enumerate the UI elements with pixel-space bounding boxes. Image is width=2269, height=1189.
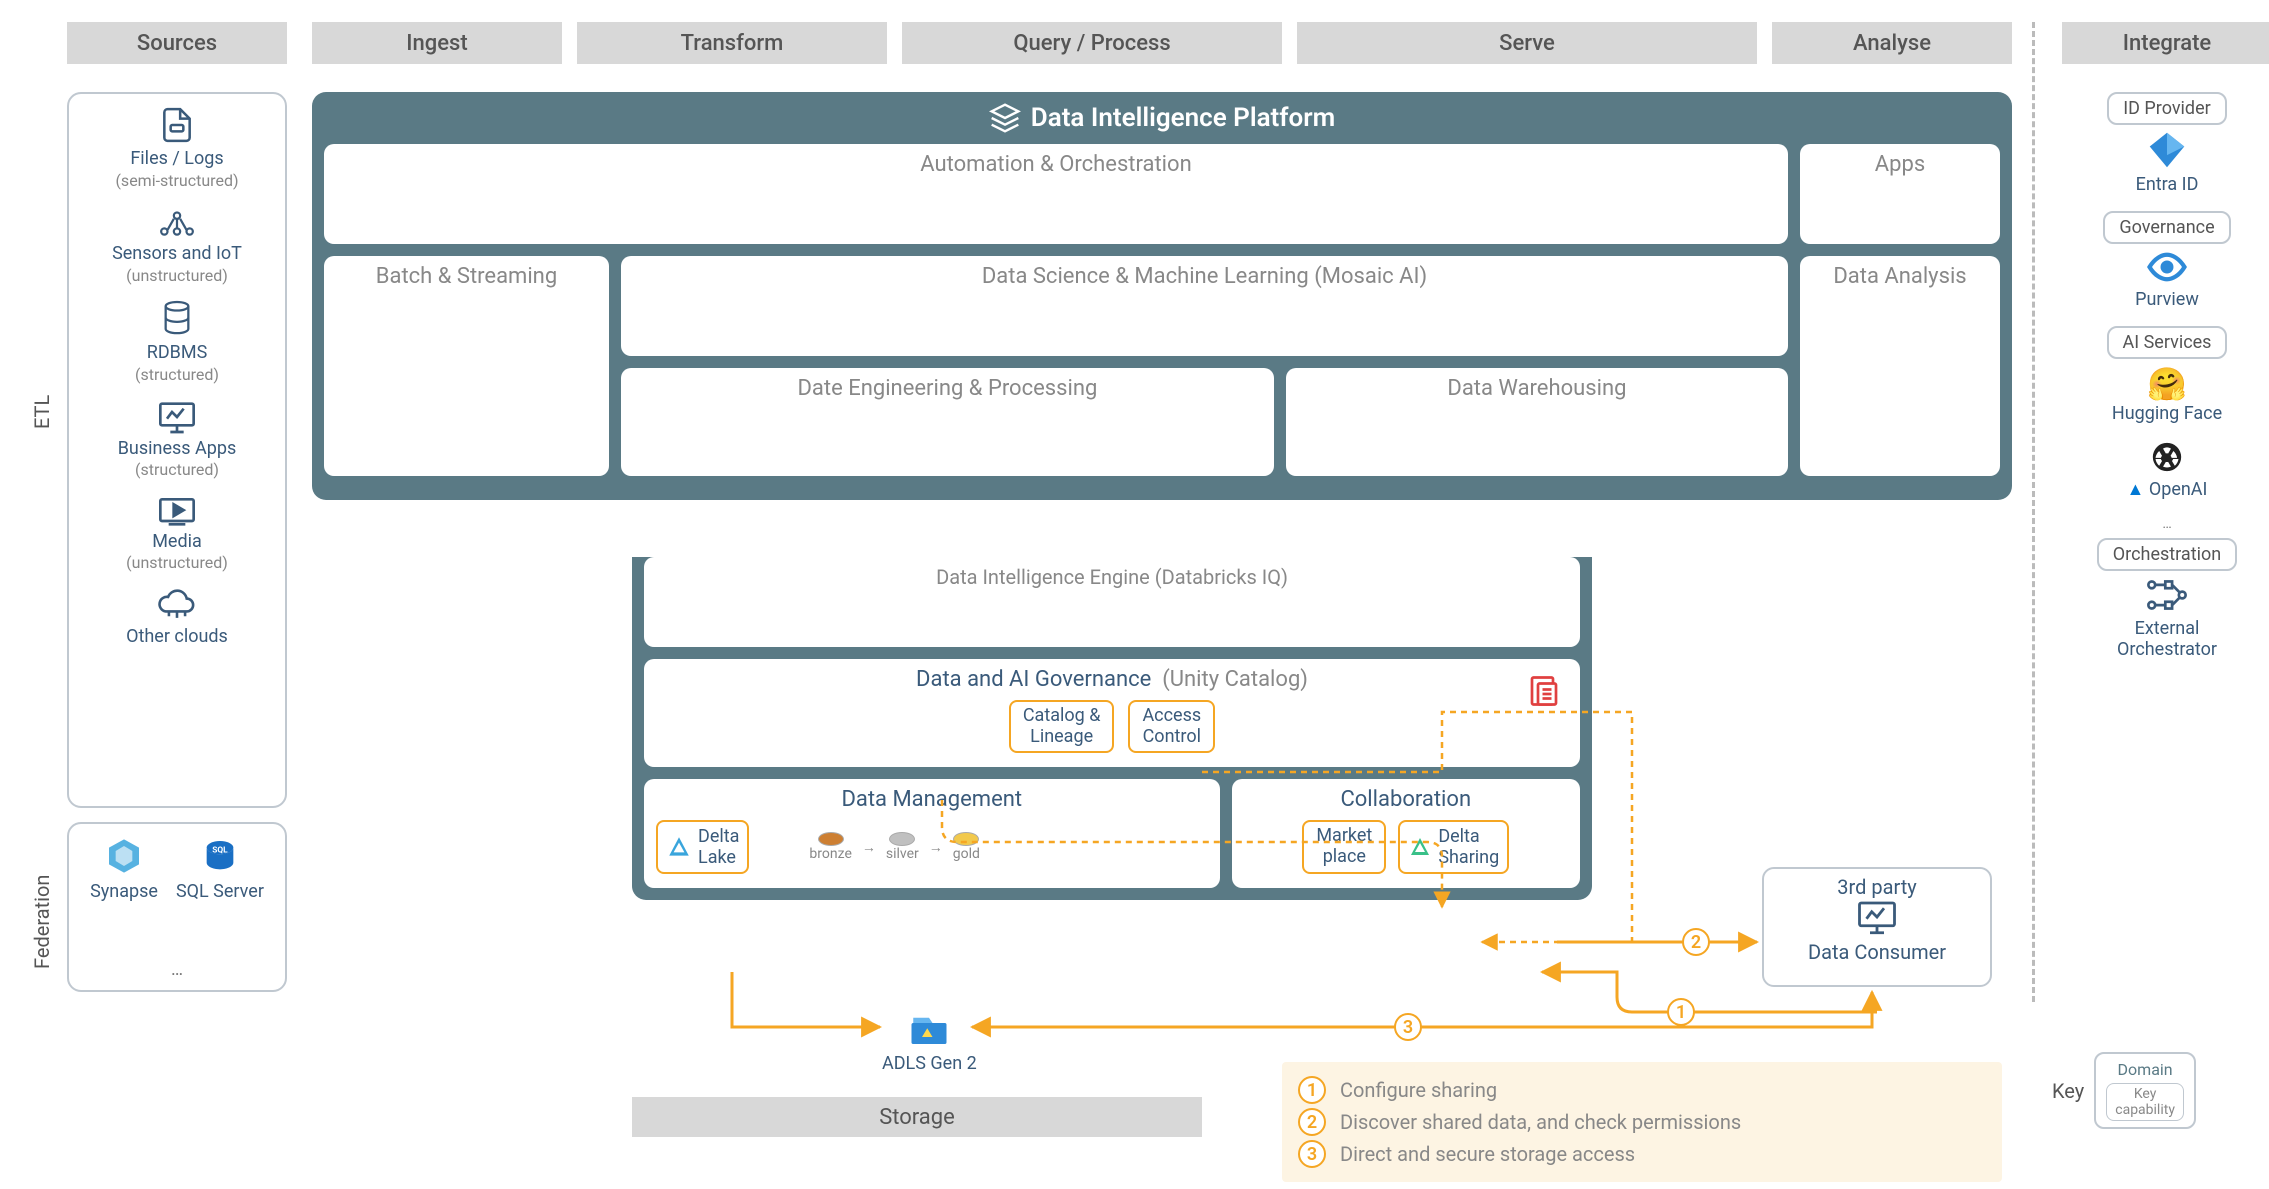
huggingface-icon: 🤗 <box>2112 365 2222 403</box>
federation-sqlserver: SQL SQL Server <box>176 836 264 902</box>
marker-1: 1 <box>1667 998 1695 1026</box>
step-badge-1: 1 <box>1298 1076 1326 1104</box>
database-icon <box>160 300 194 338</box>
pill-orchestration: Orchestration <box>2097 538 2237 571</box>
architecture-diagram: Sources Ingest Transform Query / Process… <box>12 12 2269 1177</box>
delta-icon <box>666 834 692 860</box>
gov-title-sub: (Unity Catalog) <box>1162 667 1308 692</box>
band-ingest: Ingest <box>312 22 562 64</box>
entra-icon <box>2146 131 2188 169</box>
box-third-party: 3rd party Data Consumer <box>1762 867 1992 987</box>
medallion-layers: bronze → silver → gold <box>809 832 980 862</box>
iot-icon <box>158 205 196 239</box>
platform-panel: Data Intelligence Platform Automation & … <box>312 92 2012 500</box>
pill-ai-services: AI Services <box>2107 326 2228 359</box>
box-data-warehousing: Data Warehousing <box>1286 368 1788 476</box>
media-icon <box>157 495 197 527</box>
gov-title-main: Data and AI Governance <box>916 667 1151 692</box>
source-files-logs: Files / Logs (semi-structured) <box>115 106 238 191</box>
purview-icon <box>2146 250 2188 284</box>
platform-title: Data Intelligence Platform <box>324 102 2000 134</box>
pill-access-control: Access Control <box>1128 700 1215 753</box>
box-engine: Data Intelligence Engine (Databricks IQ) <box>644 557 1580 647</box>
file-icon <box>158 106 196 144</box>
source-iot: Sensors and IoT (unstructured) <box>112 205 242 286</box>
step-badge-2: 2 <box>1298 1108 1326 1136</box>
svg-text:SQL: SQL <box>212 846 228 856</box>
sqlserver-icon: SQL <box>200 836 240 876</box>
integrate-panel: ID Provider Entra ID Governance Purview … <box>2062 92 2269 670</box>
pill-id-provider: ID Provider <box>2107 92 2226 125</box>
openai-icon <box>2150 440 2184 474</box>
federation-panel: Synapse SQL SQL Server … <box>67 822 287 992</box>
federation-synapse: Synapse <box>90 836 158 902</box>
box-data-engineering: Date Engineering & Processing <box>621 368 1274 476</box>
source-bizapps: Business Apps (structured) <box>118 400 237 481</box>
label-federation: Federation <box>30 842 54 1002</box>
storage-band: Storage <box>632 1097 1202 1137</box>
marker-3: 3 <box>1394 1013 1422 1041</box>
box-automation: Automation & Orchestration <box>324 144 1788 244</box>
band-integrate: Integrate <box>2062 22 2269 64</box>
box-governance: Data and AI Governance (Unity Catalog) C… <box>644 659 1580 767</box>
federation-more: … <box>69 959 285 980</box>
int-purview: Purview <box>2135 250 2199 310</box>
sources-panel: Files / Logs (semi-structured) Sensors a… <box>67 92 287 808</box>
marker-2: 2 <box>1682 928 1710 956</box>
delta-sharing-icon <box>1408 835 1432 859</box>
band-analyse: Analyse <box>1772 22 2012 64</box>
band-serve: Serve <box>1297 22 1757 64</box>
key-legend: Key Domain Key capability <box>2052 1052 2196 1129</box>
box-collaboration: Collaboration Market place Delta Sharing <box>1232 779 1580 888</box>
int-huggingface: 🤗 Hugging Face <box>2112 365 2222 424</box>
step-badge-3: 3 <box>1298 1140 1326 1168</box>
steps-legend: 1Configure sharing 2Discover shared data… <box>1282 1062 2002 1182</box>
storage-icon <box>908 1012 950 1048</box>
source-rdbms: RDBMS (structured) <box>135 300 219 385</box>
box-batch-streaming: Batch & Streaming <box>324 256 609 476</box>
band-sources: Sources <box>67 22 287 64</box>
pill-catalog-lineage: Catalog & Lineage <box>1009 700 1115 753</box>
label-etl: ETL <box>30 352 54 472</box>
monitor-icon <box>157 400 197 434</box>
cloud-icon <box>156 588 198 622</box>
int-ext-orchestrator: External Orchestrator <box>2117 577 2217 660</box>
box-data-management: Data Management Delta Lake bronze → silv… <box>644 779 1220 888</box>
pill-delta-sharing: Delta Sharing <box>1398 820 1509 874</box>
box-data-analysis: Data Analysis <box>1800 256 2000 476</box>
box-apps: Apps <box>1800 144 2000 244</box>
band-query: Query / Process <box>902 22 1282 64</box>
pill-delta-lake: Delta Lake <box>656 820 749 874</box>
workflow-icon <box>2145 577 2189 613</box>
box-dsml: Data Science & Machine Learning (Mosaic … <box>621 256 1788 356</box>
adls-node: ADLS Gen 2 <box>882 1012 977 1074</box>
stack-icon <box>989 102 1021 134</box>
integrate-divider <box>2032 22 2035 1002</box>
int-entra: Entra ID <box>2136 131 2199 195</box>
source-media: Media (unstructured) <box>126 495 228 574</box>
band-transform: Transform <box>577 22 887 64</box>
pill-marketplace: Market place <box>1302 820 1386 874</box>
synapse-icon <box>104 836 144 876</box>
int-more: … <box>2162 516 2171 532</box>
document-icon <box>1526 673 1562 709</box>
dashboard-icon <box>1856 899 1898 935</box>
pill-governance: Governance <box>2103 211 2230 244</box>
source-clouds: Other clouds <box>126 588 228 648</box>
platform-lower-panel: Data Intelligence Engine (Databricks IQ)… <box>632 557 1592 900</box>
int-openai: ▲ OpenAI <box>2127 440 2208 500</box>
